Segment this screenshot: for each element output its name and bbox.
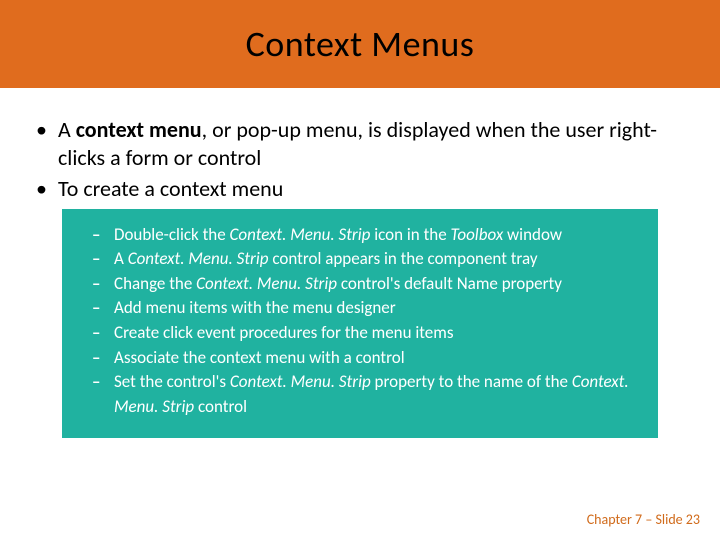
sub-3: Change the Context. Menu. Strip control'… — [82, 272, 638, 297]
top-bullet-list: A context menu, or pop-up menu, is displ… — [28, 116, 692, 203]
text: property to the name of the — [371, 371, 572, 392]
text: icon in the — [370, 224, 450, 245]
sub-1: Double-click the Context. Menu. Strip ic… — [82, 223, 638, 248]
text: A — [58, 116, 76, 143]
sub-5: Create click event procedures for the me… — [82, 321, 638, 346]
sub-2: A Context. Menu. Strip control appears i… — [82, 247, 638, 272]
slide-footer: Chapter 7 – Slide 23 — [587, 511, 700, 528]
bullet-2: To create a context menu — [28, 175, 692, 203]
title-bar: Context Menus — [0, 0, 720, 88]
sub-4: Add menu items with the menu designer — [82, 296, 638, 321]
term: Context. Menu. Strip — [196, 273, 337, 294]
text: control appears in the component tray — [269, 248, 538, 269]
sub-bullet-list: Double-click the Context. Menu. Strip ic… — [82, 223, 638, 420]
term: Context. Menu. Strip — [128, 248, 269, 269]
sub-steps-box: Double-click the Context. Menu. Strip ic… — [62, 209, 658, 438]
slide-content: A context menu, or pop-up menu, is displ… — [0, 88, 720, 438]
text: Set the control's — [114, 371, 230, 392]
text: Double-click the — [114, 224, 230, 245]
sub-7: Set the control's Context. Menu. Strip p… — [82, 370, 638, 419]
sub-6: Associate the context menu with a contro… — [82, 346, 638, 371]
text: control — [194, 396, 247, 417]
term: Context. Menu. Strip — [230, 371, 371, 392]
text: Change the — [114, 273, 196, 294]
text: A — [114, 248, 128, 269]
term: Context. Menu. Strip — [230, 224, 371, 245]
text: window — [503, 224, 562, 245]
bullet-1: A context menu, or pop-up menu, is displ… — [28, 116, 692, 171]
term-context-menu: context menu — [76, 116, 202, 143]
text: control's default Name property — [337, 273, 562, 294]
slide-title: Context Menus — [246, 22, 475, 66]
term: Toolbox — [451, 224, 504, 245]
